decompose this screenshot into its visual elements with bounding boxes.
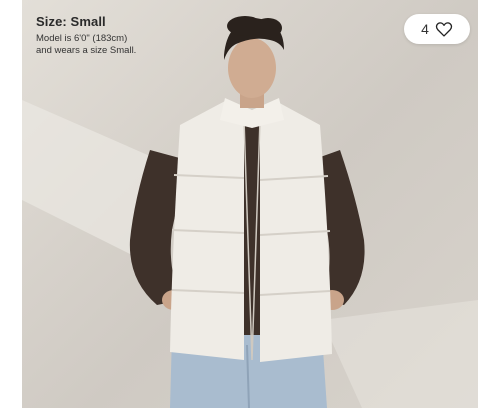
product-image-viewer: Size: Small Model is 6'0" (183cm) and we… [0, 0, 500, 408]
favorite-count: 4 [421, 21, 429, 37]
model-size-description: Model is 6'0" (183cm) and wears a size S… [36, 33, 146, 57]
size-title: Size: Small [36, 14, 106, 29]
product-photo[interactable] [22, 0, 478, 408]
favorite-button[interactable]: 4 [404, 14, 470, 44]
model-wears-text: and wears a size Small. [36, 45, 137, 56]
heart-outline-icon [435, 21, 453, 37]
model-height-text: Model is 6'0" (183cm) [36, 33, 128, 44]
model-illustration [22, 16, 478, 408]
size-info: Size: Small Model is 6'0" (183cm) and we… [36, 14, 146, 57]
